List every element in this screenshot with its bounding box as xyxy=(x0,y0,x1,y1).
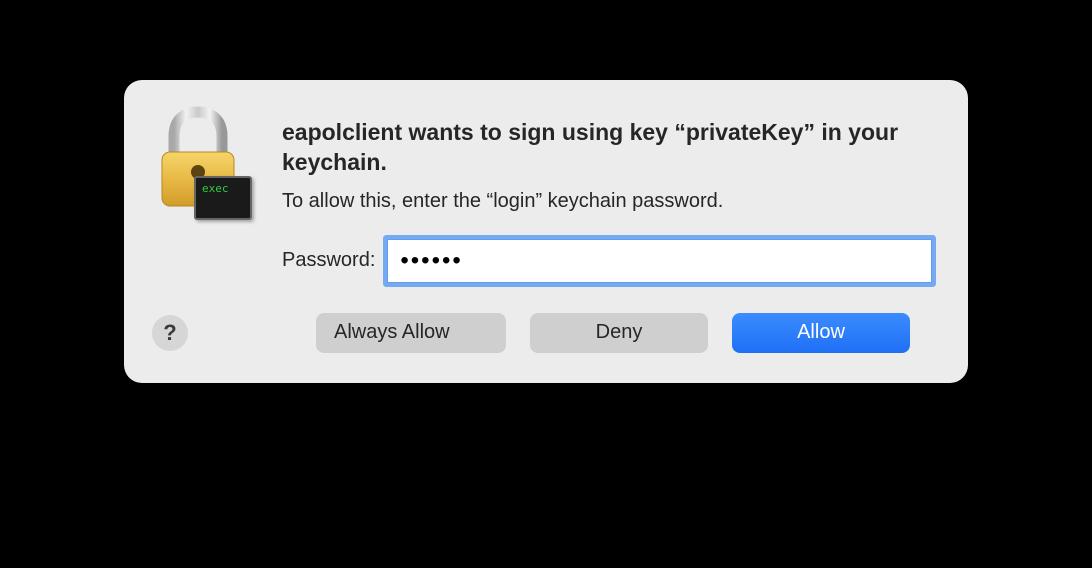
exec-badge: exec xyxy=(194,176,252,220)
dialog-content: eapolclient wants to sign using key “pri… xyxy=(282,110,932,283)
lock-icon-wrap: exec xyxy=(152,110,252,220)
dialog-heading: eapolclient wants to sign using key “pri… xyxy=(282,118,932,178)
deny-button[interactable]: Deny xyxy=(530,313,708,353)
dialog-top-section: exec eapolclient wants to sign using key… xyxy=(152,110,932,283)
password-input[interactable] xyxy=(387,239,932,283)
allow-button[interactable]: Allow xyxy=(732,313,910,353)
password-label: Password: xyxy=(282,249,375,272)
dialog-bottom-row: ? Always Allow Deny Allow xyxy=(152,313,932,353)
always-allow-button[interactable]: Always Allow xyxy=(316,313,506,353)
dialog-subtext: To allow this, enter the “login” keychai… xyxy=(282,190,932,213)
help-button[interactable]: ? xyxy=(152,315,188,351)
password-row: Password: xyxy=(282,239,932,283)
button-group: Always Allow Deny Allow xyxy=(316,313,932,353)
exec-badge-label: exec xyxy=(202,182,229,195)
keychain-auth-dialog: exec eapolclient wants to sign using key… xyxy=(124,80,968,383)
